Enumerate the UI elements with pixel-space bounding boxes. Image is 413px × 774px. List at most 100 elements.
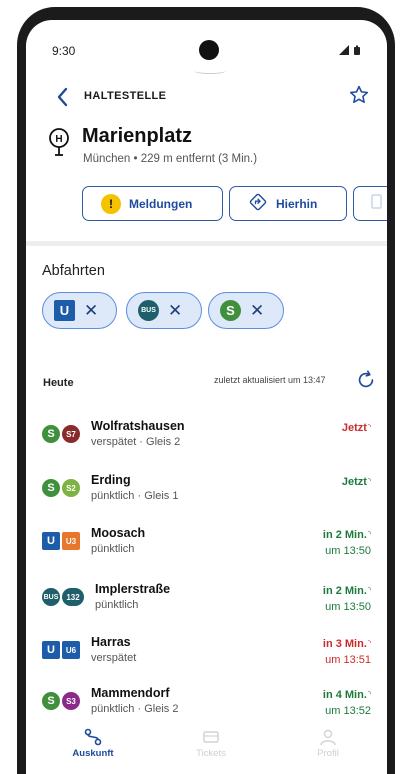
bottom-navigation: Auskunft Tickets Profil xyxy=(26,720,387,774)
user-icon xyxy=(320,729,336,746)
line-badge: 132 xyxy=(62,588,84,606)
nav-profil[interactable]: Profil xyxy=(288,728,368,759)
punctuality: verspätet xyxy=(91,436,137,448)
nav-profil-label: Profil xyxy=(317,748,339,759)
hierhin-button[interactable]: Hierhin xyxy=(229,186,347,221)
destination: Implerstraße xyxy=(95,582,171,596)
s-bahn-icon: S xyxy=(220,300,241,321)
stop-location-line: München • 229 m entfernt (3 Min.) xyxy=(83,153,257,165)
today-label: Heute xyxy=(43,377,74,389)
line-badges: S S7 xyxy=(42,425,80,443)
signal-battery-icon xyxy=(337,43,367,61)
departure-row[interactable]: U U6 Harras verspätet in 3 Min.◝ um 13:5… xyxy=(26,629,387,685)
departure-info: verspätet · Gleis 2 xyxy=(91,436,181,448)
bus-icon: BUS xyxy=(138,300,159,321)
nav-tickets[interactable]: Tickets xyxy=(171,728,251,759)
stop-name: Marienplatz xyxy=(82,125,193,147)
nav-tickets-label: Tickets xyxy=(196,748,226,759)
notch-indicator xyxy=(194,68,226,74)
s-bahn-icon: S xyxy=(42,479,60,497)
line-badge: S7 xyxy=(62,425,80,443)
departure-time: um 13:52 xyxy=(325,705,371,717)
more-actions-button[interactable] xyxy=(353,186,387,221)
line-badge: S2 xyxy=(62,479,80,497)
stop-distance: 229 m entfernt (3 Min.) xyxy=(140,153,258,165)
meldungen-label: Meldungen xyxy=(129,196,193,211)
punctuality: pünktlich xyxy=(91,703,135,715)
close-icon[interactable]: ✕ xyxy=(84,301,98,321)
meldungen-button[interactable]: ! Meldungen xyxy=(82,186,223,221)
departure-row[interactable]: BUS 132 Implerstraße pünktlich in 2 Min.… xyxy=(26,576,387,632)
departure-info: pünktlich · Gleis 2 xyxy=(91,703,179,715)
punctuality: pünktlich xyxy=(91,543,135,555)
bookmark-icon xyxy=(370,193,384,214)
departure-time: um 13:50 xyxy=(325,601,371,613)
app-screen: 9:30 HALTESTELLE H Marienplatz München •… xyxy=(26,20,387,774)
realtime-icon: ◝ xyxy=(367,422,371,431)
close-icon[interactable]: ✕ xyxy=(168,301,182,321)
nav-auskunft[interactable]: Auskunft xyxy=(53,728,133,759)
line-badges: S S2 xyxy=(42,479,80,497)
destination: Erding xyxy=(91,473,131,487)
stop-symbol: H xyxy=(55,134,62,145)
punctuality: pünktlich xyxy=(95,599,139,611)
close-icon[interactable]: ✕ xyxy=(250,301,264,321)
favorite-star-icon[interactable] xyxy=(348,84,370,111)
due-label: in 4 Min.◝ xyxy=(322,689,371,701)
departure-time: um 13:50 xyxy=(325,545,371,557)
u-bahn-icon: U xyxy=(42,532,60,550)
realtime-icon: ◝ xyxy=(367,638,371,647)
status-time: 9:30 xyxy=(52,44,76,58)
platform: Gleis 2 xyxy=(144,703,179,715)
line-badge: U6 xyxy=(62,641,80,659)
realtime-icon: ◝ xyxy=(367,529,371,538)
bus-icon: BUS xyxy=(42,588,60,606)
last-updated: zuletzt aktualisiert um 13:47 xyxy=(214,375,326,385)
departure-info: pünktlich · Gleis 1 xyxy=(91,490,179,502)
destination: Mammendorf xyxy=(91,686,170,700)
due-label: Jetzt◝ xyxy=(341,422,371,434)
realtime-icon: ◝ xyxy=(367,476,371,485)
section-divider xyxy=(26,241,387,246)
filter-chip-u[interactable]: U ✕ xyxy=(42,292,117,329)
refresh-icon[interactable] xyxy=(355,369,377,396)
filter-chip-bus[interactable]: BUS ✕ xyxy=(126,292,202,329)
platform: Gleis 2 xyxy=(146,436,181,448)
line-badge: S3 xyxy=(62,692,80,710)
hierhin-label: Hierhin xyxy=(276,196,318,211)
u-bahn-icon: U xyxy=(42,641,60,659)
due-label: in 2 Min.◝ xyxy=(322,529,371,541)
destination: Harras xyxy=(91,635,131,649)
destination: Moosach xyxy=(91,526,146,540)
warning-icon: ! xyxy=(101,193,121,214)
filter-chip-s[interactable]: S ✕ xyxy=(208,292,284,329)
line-badges: S S3 xyxy=(42,692,80,710)
status-bar: 9:30 xyxy=(26,20,387,74)
departure-row[interactable]: S S7 Wolfratshausen verspätet · Gleis 2 … xyxy=(26,413,387,469)
stop-city: München xyxy=(83,153,131,165)
departure-row[interactable]: U U3 Moosach pünktlich in 2 Min.◝ um 13:… xyxy=(26,520,387,576)
front-camera xyxy=(199,40,219,60)
due-label: in 2 Min.◝ xyxy=(322,585,371,597)
line-badges: U U6 xyxy=(42,641,80,659)
back-icon[interactable] xyxy=(54,86,72,113)
nav-auskunft-label: Auskunft xyxy=(72,748,114,759)
realtime-icon: ◝ xyxy=(367,585,371,594)
directions-icon xyxy=(248,192,268,215)
ticket-icon xyxy=(203,731,219,743)
realtime-icon: ◝ xyxy=(367,689,371,698)
line-badges: U U3 xyxy=(42,532,80,550)
u-bahn-icon: U xyxy=(54,300,75,321)
stop-sign-icon: H xyxy=(47,127,71,162)
punctuality: verspätet xyxy=(91,652,137,664)
platform: Gleis 1 xyxy=(144,490,179,502)
route-icon xyxy=(84,728,102,746)
destination: Wolfratshausen xyxy=(91,419,185,433)
due-label: Jetzt◝ xyxy=(341,476,371,488)
departure-row[interactable]: S S2 Erding pünktlich · Gleis 1 Jetzt◝ xyxy=(26,467,387,523)
separator-dot: • xyxy=(133,153,141,165)
departures-title: Abfahrten xyxy=(42,263,105,279)
s-bahn-icon: S xyxy=(42,425,60,443)
departure-time: um 13:51 xyxy=(325,654,371,666)
header-title: HALTESTELLE xyxy=(84,90,167,102)
